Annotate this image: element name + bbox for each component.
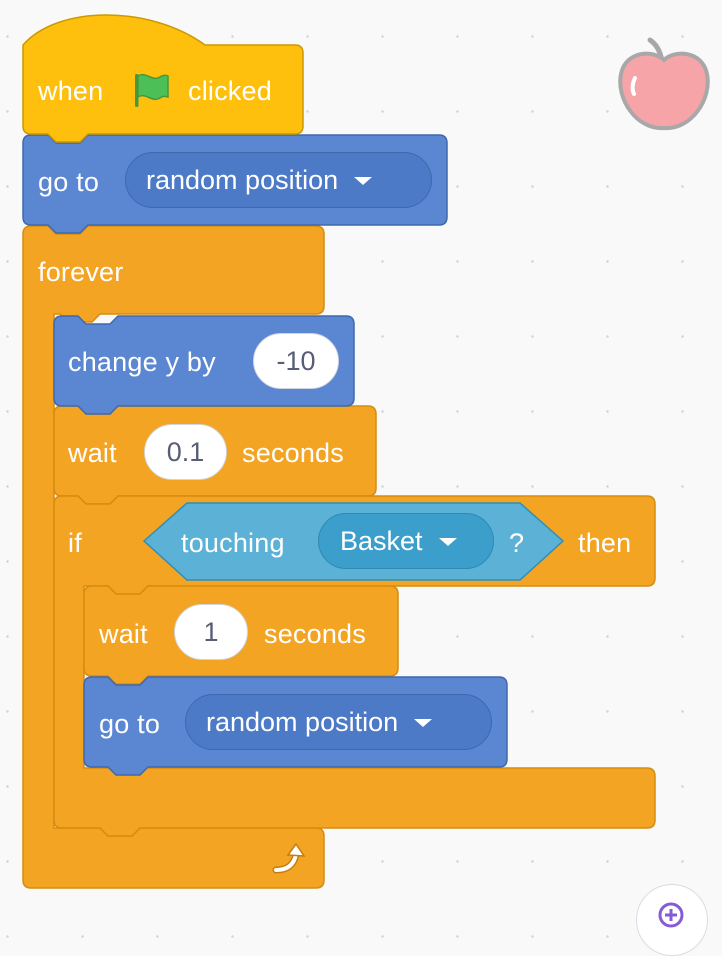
go-to-label-2: go to (99, 709, 161, 739)
wait-unit-2: seconds (264, 619, 366, 649)
wait-input-2[interactable]: 1 (174, 604, 248, 660)
touching-question-mark: ? (509, 528, 525, 558)
go-to-menu-1[interactable]: random position (125, 152, 432, 208)
wait-input-1[interactable]: 0.1 (144, 424, 227, 480)
touching-menu[interactable]: Basket (318, 513, 494, 569)
change-y-input[interactable]: -10 (253, 333, 339, 389)
dropdown-caret-icon (354, 177, 373, 185)
loop-arrow-icon (272, 842, 306, 874)
forever-label: forever (38, 257, 124, 287)
zoom-in-icon (658, 902, 684, 928)
hat-when-label: when (38, 76, 104, 106)
green-flag-icon[interactable] (130, 70, 172, 112)
wait-label-2: wait (99, 619, 148, 649)
wait-unit-1: seconds (242, 438, 344, 468)
code-area[interactable]: when clicked go to random position forev… (0, 0, 722, 916)
then-label: then (578, 528, 632, 558)
touching-menu-value: Basket (340, 525, 423, 556)
dropdown-caret-icon (414, 719, 433, 727)
if-label: if (68, 528, 82, 558)
change-y-label: change y by (68, 347, 216, 377)
apple-sprite-icon[interactable] (612, 36, 716, 134)
go-to-menu-2[interactable]: random position (185, 694, 492, 750)
wait-label-1: wait (68, 438, 117, 468)
touching-label: touching (181, 528, 285, 558)
go-to-label-1: go to (38, 167, 100, 197)
go-to-menu-1-value: random position (146, 164, 339, 195)
dropdown-caret-icon (438, 538, 457, 546)
zoom-in-button[interactable] (636, 884, 708, 956)
hat-clicked-label: clicked (188, 76, 272, 106)
go-to-menu-2-value: random position (206, 706, 399, 737)
